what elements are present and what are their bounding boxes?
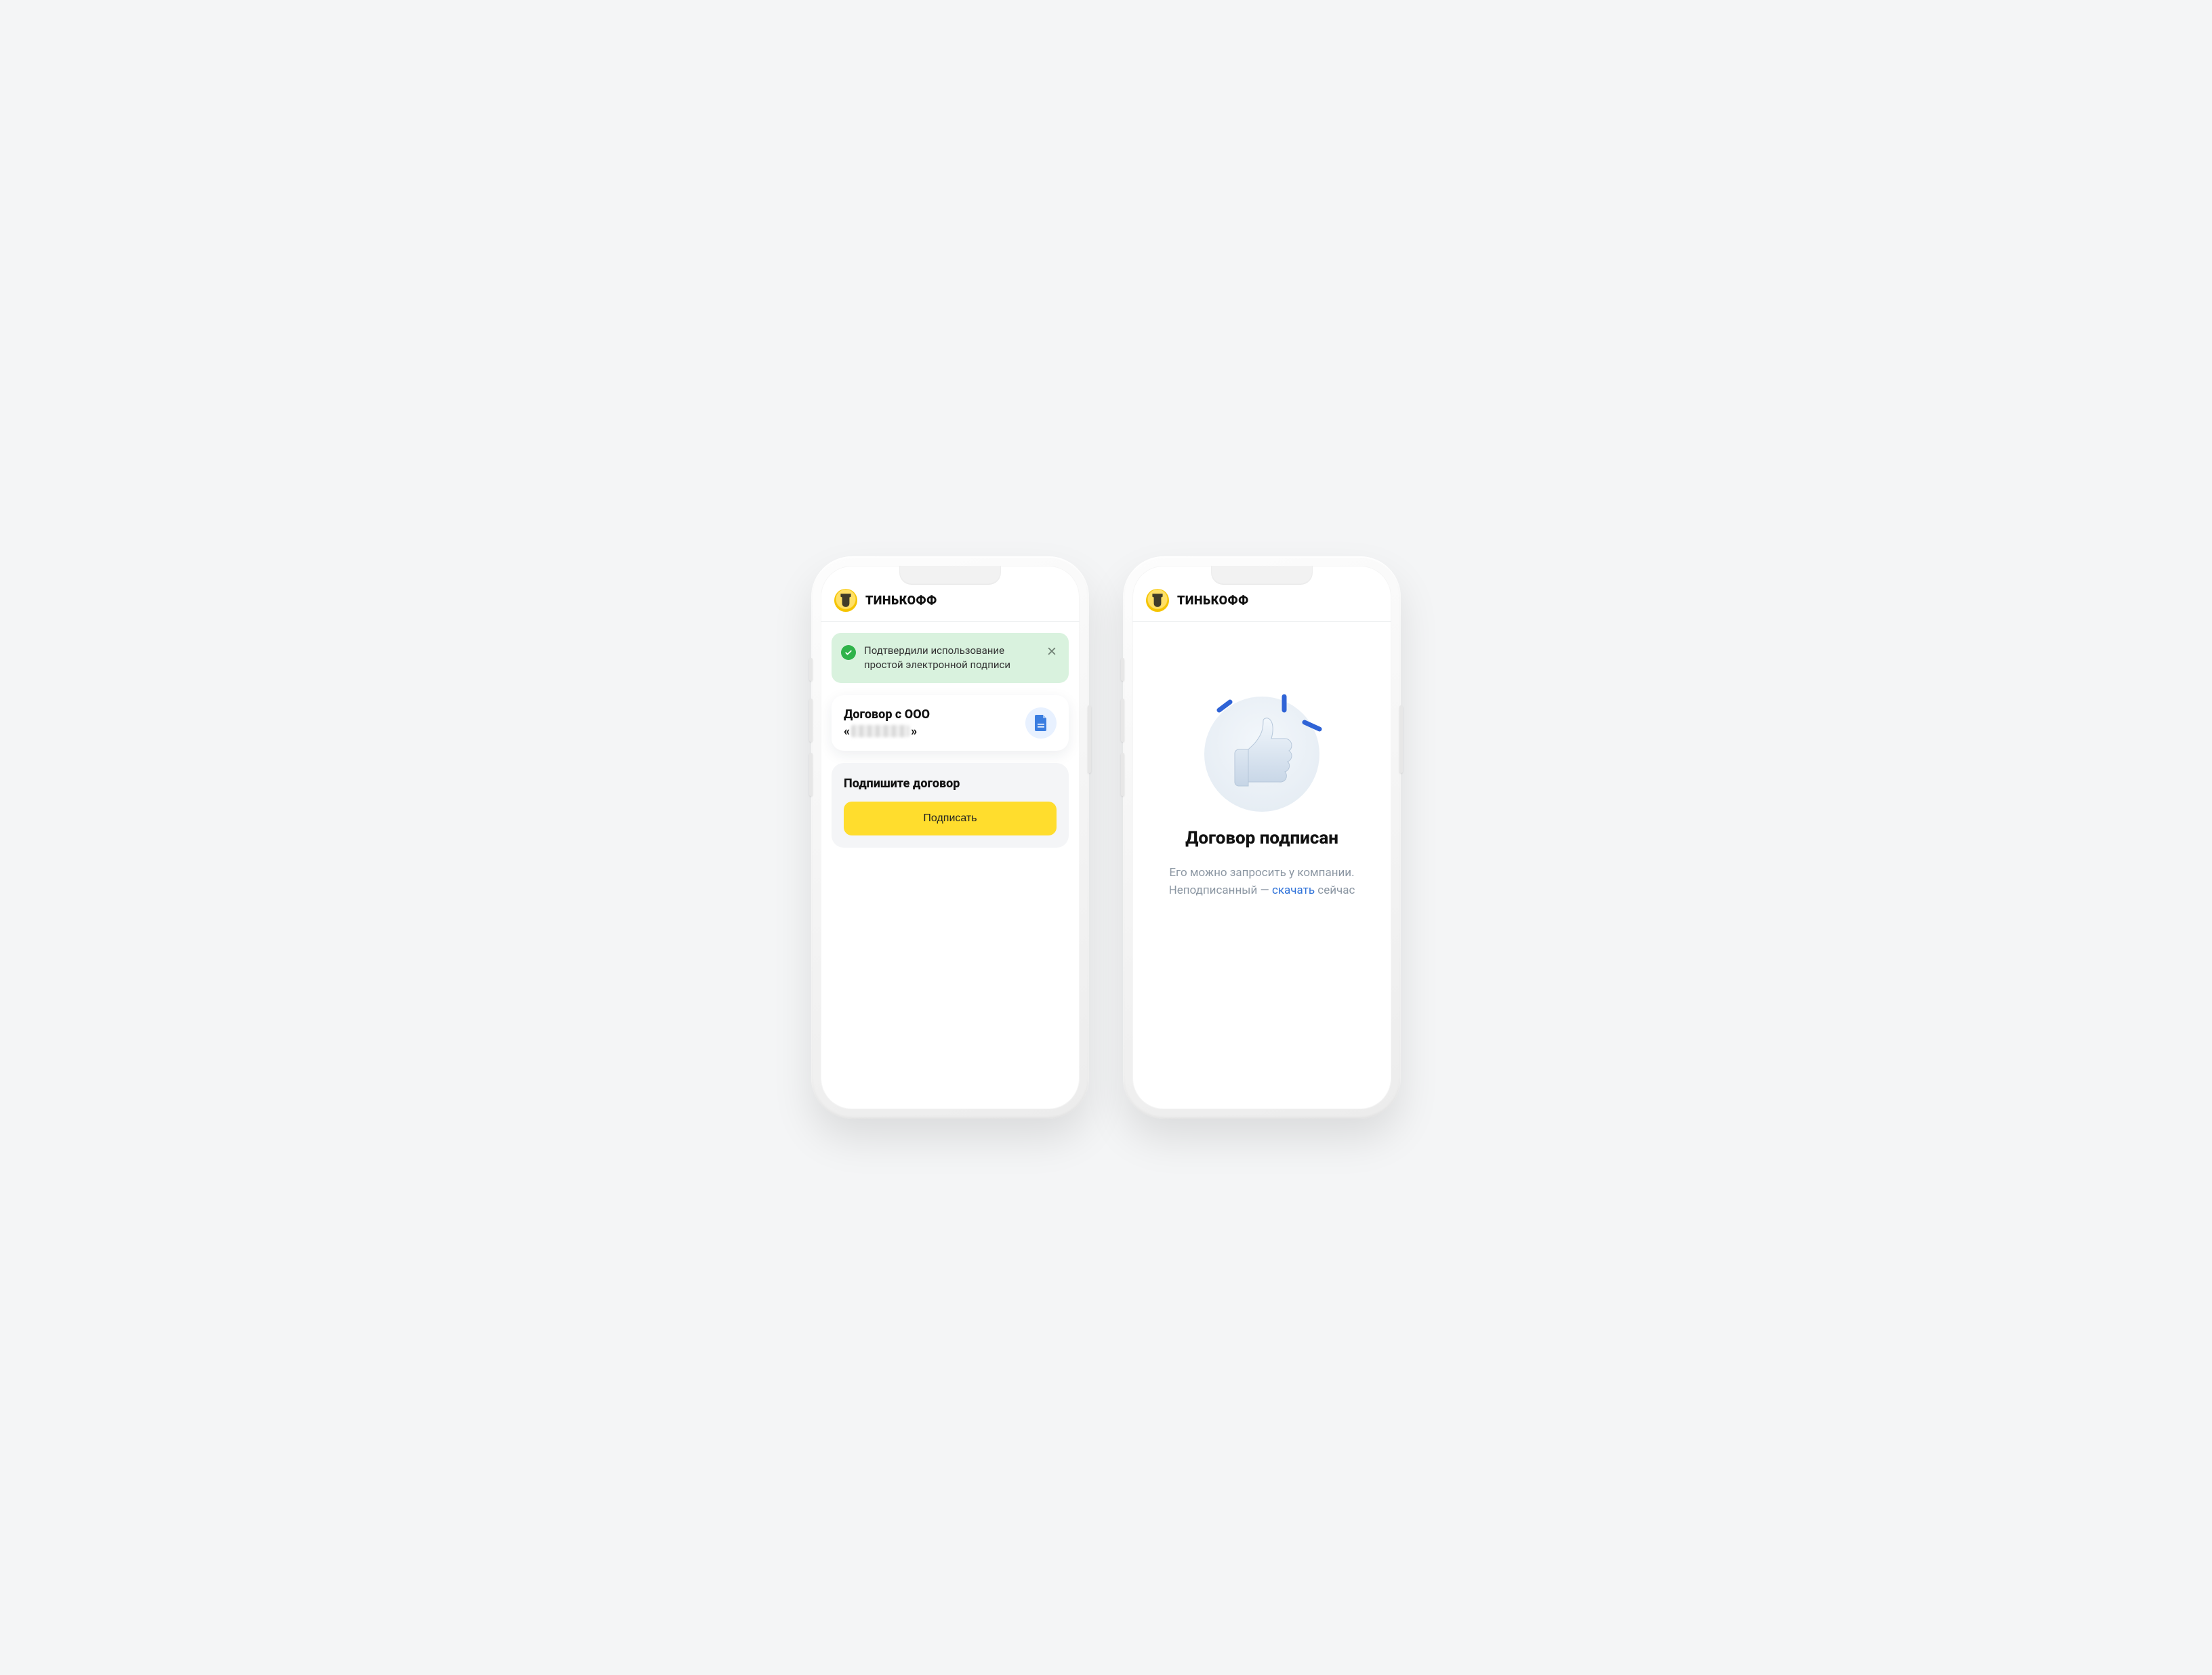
screen-right: ТИНЬКОФФ Договор п <box>1132 566 1391 1109</box>
stage: ТИНЬКОФФ Подтвердили использование прост… <box>680 514 1532 1161</box>
sign-card: Подпишите договор Подписать <box>832 763 1069 848</box>
phone-right: ТИНЬКОФФ Договор п <box>1123 556 1401 1119</box>
success-line2-suffix: сейчас <box>1315 884 1355 897</box>
document-card[interactable]: Договор с ООО « » <box>832 695 1069 751</box>
check-circle-icon <box>841 645 856 660</box>
success-line1: Его можно запросить у компании. <box>1169 866 1354 880</box>
brand-name: ТИНЬКОФФ <box>1177 594 1249 608</box>
app-header: ТИНЬКОФФ <box>1132 566 1391 622</box>
brand-logo-icon <box>1146 589 1169 612</box>
brand-name: ТИНЬКОФФ <box>865 594 937 608</box>
quote-close: » <box>911 724 917 739</box>
success-line2-prefix: Неподписанный — <box>1169 884 1272 897</box>
spark-icon <box>1279 694 1290 713</box>
spark-icon <box>1302 720 1322 732</box>
redacted-company-name <box>851 725 909 737</box>
phone-left: ТИНЬКОФФ Подтвердили использование прост… <box>811 556 1089 1119</box>
confirmation-toast: Подтвердили использование простой электр… <box>832 633 1069 683</box>
document-title-line1: Договор с ООО <box>844 707 1017 723</box>
screen-left: ТИНЬКОФФ Подтвердили использование прост… <box>821 566 1080 1109</box>
success-description: Его можно запросить у компании. Неподпис… <box>1169 865 1355 899</box>
document-icon <box>1025 707 1057 739</box>
sign-title: Подпишите договор <box>844 777 1057 791</box>
success-title: Договор подписан <box>1185 828 1338 848</box>
app-header: ТИНЬКОФФ <box>821 566 1080 622</box>
toast-text: Подтвердили использование простой электр… <box>864 644 1036 672</box>
thumbs-up-illustration <box>1204 697 1319 812</box>
brand-logo-icon <box>834 589 857 612</box>
close-icon[interactable] <box>1044 644 1059 659</box>
download-link[interactable]: скачать <box>1272 884 1315 897</box>
sign-button[interactable]: Подписать <box>844 802 1057 835</box>
quote-open: « <box>844 724 850 739</box>
spark-icon <box>1215 699 1233 713</box>
